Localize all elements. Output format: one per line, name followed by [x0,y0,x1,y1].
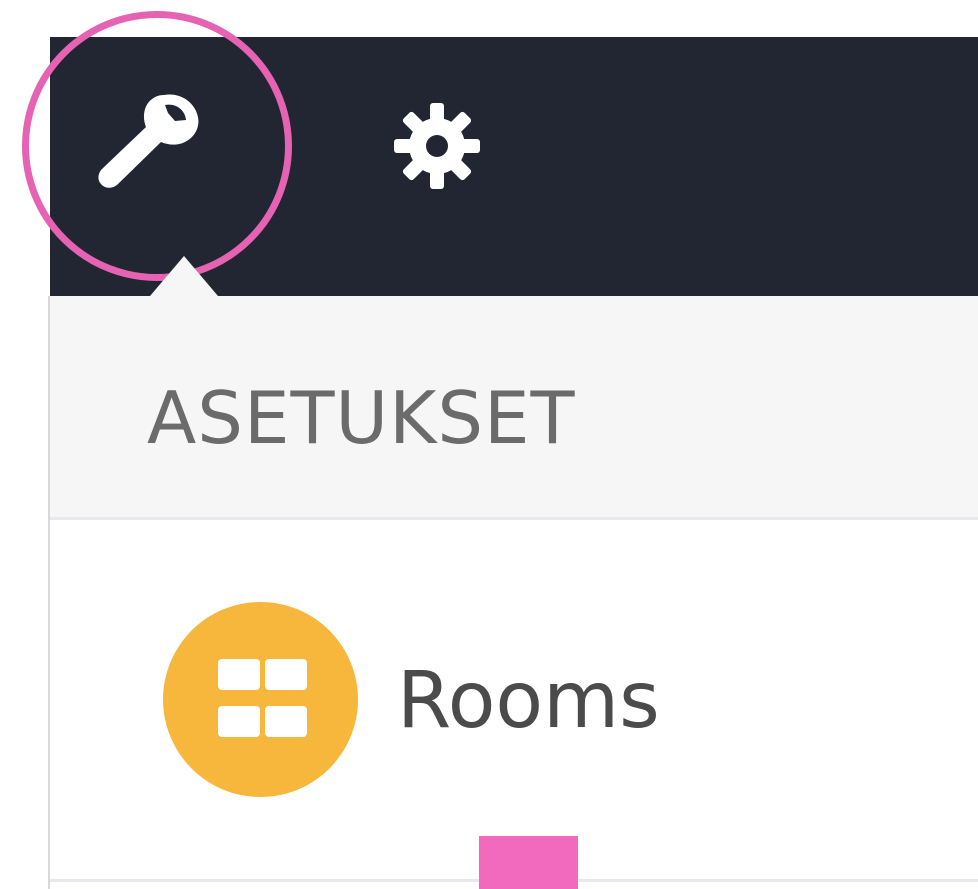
menu-item-rooms[interactable]: Rooms [50,520,978,797]
grid-tile [218,659,260,690]
rooms-grid-icon [163,602,358,797]
app-screen: ASETUKSET Rooms [0,0,978,889]
settings-section-header: ASETUKSET [50,296,978,520]
wrench-button[interactable] [96,92,204,192]
wrench-icon [98,94,199,188]
settings-button[interactable] [392,101,482,191]
grid-tile [265,659,307,690]
gear-icon [394,103,480,189]
pink-marker [479,836,578,889]
settings-dropdown-panel: ASETUKSET Rooms [50,296,978,889]
dropdown-caret [150,256,218,296]
menu-item-rooms-label: Rooms [397,656,660,746]
settings-section-title: ASETUKSET [147,376,576,460]
grid-tile [218,706,260,737]
grid-tile [265,706,307,737]
